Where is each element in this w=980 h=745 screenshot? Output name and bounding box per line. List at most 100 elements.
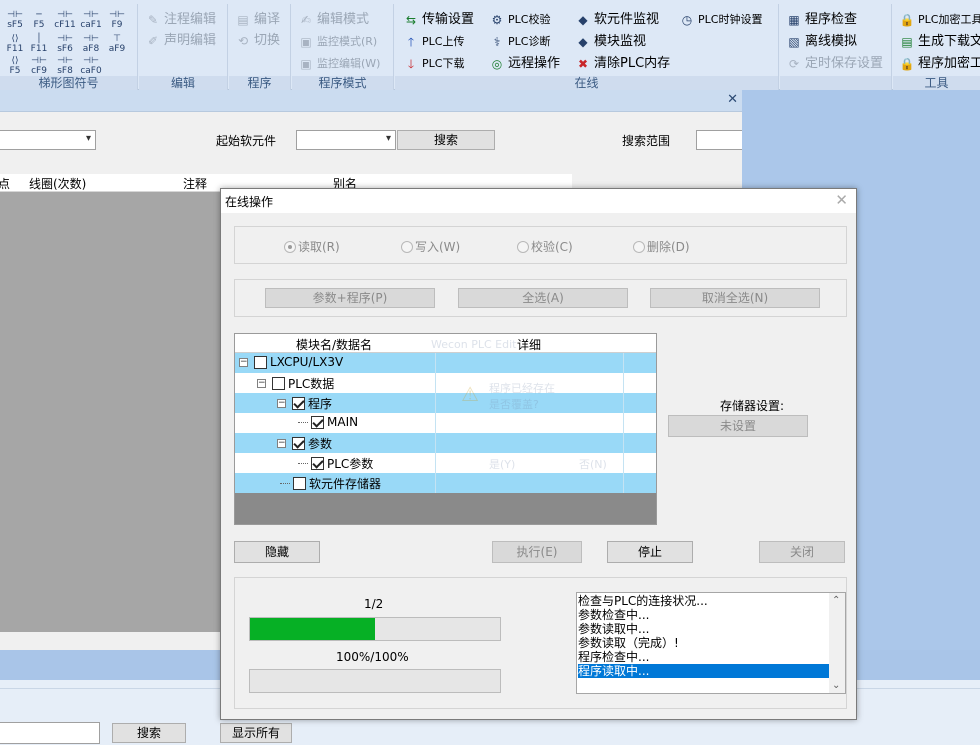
checkbox[interactable] bbox=[292, 397, 305, 410]
search-window-close-icon[interactable]: ✕ bbox=[727, 92, 738, 107]
transfer-settings-icon: ⇆ bbox=[405, 13, 417, 27]
comment-edit-button[interactable]: ✎ 注程编辑 bbox=[145, 10, 216, 30]
memory-settings-button[interactable]: 未设置 bbox=[668, 415, 808, 437]
ladder-symbol-9[interactable]: ⊤ aF9 bbox=[106, 34, 128, 54]
bottom-search-button[interactable]: 搜索 bbox=[112, 723, 186, 743]
ladder-symbol-7[interactable]: ⊣⊢ sF6 bbox=[54, 34, 76, 54]
device-type-select[interactable]: ▾ bbox=[0, 130, 96, 150]
plc-download-button[interactable]: 🡓 PLC下载 bbox=[403, 54, 465, 74]
execute-button[interactable]: 执行(E) bbox=[492, 541, 582, 563]
close-button[interactable]: 关闭 bbox=[759, 541, 845, 563]
radio-read-circle bbox=[284, 240, 296, 253]
checkbox[interactable] bbox=[254, 355, 267, 369]
collapse-icon[interactable]: − bbox=[239, 357, 248, 367]
ladder-symbol-12[interactable]: ⊣⊢ sF8 bbox=[54, 56, 76, 76]
ladder-symbol-8[interactable]: ⊣⊢ aF8 bbox=[80, 34, 102, 54]
program-check-button[interactable]: ▦ 程序检查 bbox=[786, 10, 857, 30]
chevron-down-icon: ▾ bbox=[385, 133, 391, 144]
collapse-icon[interactable]: − bbox=[257, 379, 266, 388]
hide-button[interactable]: 隐藏 bbox=[234, 541, 320, 563]
compile-button[interactable]: ▤ 编译 bbox=[235, 10, 280, 30]
operation-log[interactable]: 检查与PLC的连接状况... 参数检查中... 参数读取中... 参数读取（完成… bbox=[576, 592, 846, 694]
log-line: 检查与PLC的连接状况... bbox=[578, 594, 708, 608]
tree-row[interactable]: MAIN bbox=[235, 413, 656, 433]
plc-clock-button[interactable]: ◷ PLC时钟设置 bbox=[679, 10, 763, 30]
monitor-mode-button[interactable]: ▣ 监控模式(R) bbox=[298, 32, 377, 52]
ladder-symbol-5[interactable]: ⟨⟩ F11 bbox=[4, 34, 26, 54]
tree-row[interactable]: − 参数 bbox=[235, 433, 656, 453]
switch-button[interactable]: ⟲ 切换 bbox=[235, 31, 280, 51]
ladder-symbol-10[interactable]: ⟨⟩ F5 bbox=[4, 56, 26, 76]
clear-plc-memory-button[interactable]: ✖ 清除PLC内存 bbox=[575, 54, 670, 74]
monitor-edit-icon: ▣ bbox=[300, 57, 312, 71]
plc-diagnose-button[interactable]: ⚕ PLC诊断 bbox=[489, 32, 551, 52]
tree-row[interactable]: − PLC数据 bbox=[235, 373, 656, 393]
generate-download-file-button[interactable]: ▤ 生成下载文 bbox=[899, 32, 980, 52]
plc-upload-button[interactable]: 🡑 PLC上传 bbox=[403, 32, 465, 52]
checkbox[interactable] bbox=[311, 415, 324, 429]
checkbox[interactable] bbox=[293, 477, 306, 490]
timed-save-button[interactable]: ⟳ 定时保存设置 bbox=[786, 54, 883, 74]
start-device-select[interactable]: ▾ bbox=[296, 130, 396, 150]
ribbon: ⊣⊢ sF5 ─ F5 ⊣⊢ cF11 ⊣⊢ caF1 ⊣⊢ F9 ⟨⟩ F11 │ F11 … bbox=[0, 0, 980, 90]
ladder-symbol-11[interactable]: ⊣⊢ cF9 bbox=[28, 56, 50, 76]
collapse-icon[interactable]: − bbox=[277, 399, 286, 408]
ghost-popup-line2: 是否覆盖? bbox=[489, 398, 539, 411]
group-title-edit: 编辑 bbox=[139, 76, 227, 90]
deselect-all-button[interactable]: 取消全选(N) bbox=[650, 288, 820, 308]
radio-read[interactable]: 读取(R) bbox=[284, 238, 340, 255]
start-device-label: 起始软元件 bbox=[216, 134, 277, 148]
plc-encrypt-tool-button[interactable]: 🔒 PLC加密工具 bbox=[899, 10, 980, 30]
search-range-input[interactable] bbox=[696, 130, 746, 150]
log-scrollbar[interactable]: ⌃ ⌄ bbox=[829, 593, 845, 693]
ladder-symbol-2[interactable]: ⊣⊢ cF11 bbox=[54, 10, 76, 30]
monitor-edit-button[interactable]: ▣ 监控编辑(W) bbox=[298, 54, 380, 74]
generate-file-icon: ▤ bbox=[901, 35, 913, 49]
transfer-settings-button[interactable]: ⇆ 传输设置 bbox=[403, 10, 474, 30]
tree-row[interactable]: − LXCPU/LX3V bbox=[235, 353, 656, 373]
edit-mode-button[interactable]: ✍ 编辑模式 bbox=[298, 10, 369, 30]
checkbox[interactable] bbox=[311, 457, 324, 470]
ribbon-group-program: ▤ 编译 ⟲ 切换 程序 bbox=[229, 4, 291, 90]
search-range-label: 搜索范围 bbox=[622, 134, 671, 148]
checkbox[interactable] bbox=[272, 377, 285, 390]
ghost-popup-line1: 程序已经存在 bbox=[489, 382, 555, 395]
ribbon-group-check: ▦ 程序检查 ▧ 离线模拟 ⟳ 定时保存设置 bbox=[780, 4, 892, 90]
ladder-symbol-6[interactable]: │ F11 bbox=[28, 34, 50, 54]
bottom-search-input[interactable] bbox=[0, 722, 100, 744]
ladder-symbol-0[interactable]: ⊣⊢ sF5 bbox=[4, 10, 26, 30]
statement-edit-button[interactable]: ✐ 声明编辑 bbox=[145, 31, 216, 51]
overall-progress-bar bbox=[249, 669, 501, 693]
remote-operation-button[interactable]: ◎ 远程操作 bbox=[489, 54, 560, 74]
scroll-up-icon[interactable]: ⌃ bbox=[832, 595, 840, 606]
radio-delete[interactable]: 删除(D) bbox=[633, 238, 690, 255]
params-program-button[interactable]: 参数+程序(P) bbox=[265, 288, 435, 308]
program-encrypt-tool-button[interactable]: 🔒 程序加密工 bbox=[899, 54, 980, 74]
module-monitor-button[interactable]: ◆ 模块监视 bbox=[575, 32, 646, 52]
plc-verify-button[interactable]: ⚙ PLC校验 bbox=[489, 10, 551, 30]
ladder-symbol-13[interactable]: ⊣⊢ caF0 bbox=[80, 56, 102, 76]
step-progress-fill bbox=[250, 618, 375, 640]
search-button[interactable]: 搜索 bbox=[397, 130, 495, 150]
device-monitor-button[interactable]: ◆ 软元件监视 bbox=[575, 10, 659, 30]
ladder-symbol-1[interactable]: ─ F5 bbox=[28, 10, 50, 30]
dialog-close-icon[interactable]: ✕ bbox=[835, 191, 848, 209]
show-all-button[interactable]: 显示所有 bbox=[220, 723, 292, 743]
select-all-button[interactable]: 全选(A) bbox=[458, 288, 628, 308]
offline-simulation-icon: ▧ bbox=[788, 35, 800, 49]
scroll-down-icon[interactable]: ⌄ bbox=[832, 680, 840, 691]
tree-row[interactable]: 软元件存储器 bbox=[235, 473, 656, 493]
group-title-online: 在线 bbox=[395, 76, 778, 90]
collapse-icon[interactable]: − bbox=[277, 439, 286, 448]
tree-row[interactable]: − 程序 bbox=[235, 393, 656, 413]
ladder-symbol-4[interactable]: ⊣⊢ F9 bbox=[106, 10, 128, 30]
radio-write[interactable]: 写入(W) bbox=[401, 238, 460, 255]
memory-settings-label: 存储器设置: bbox=[720, 399, 785, 413]
stop-button[interactable]: 停止 bbox=[607, 541, 693, 563]
clock-icon: ◷ bbox=[681, 13, 693, 27]
log-line: 参数检查中... bbox=[578, 608, 650, 622]
radio-verify[interactable]: 校验(C) bbox=[517, 238, 573, 255]
checkbox[interactable] bbox=[292, 437, 305, 450]
offline-simulation-button[interactable]: ▧ 离线模拟 bbox=[786, 32, 857, 52]
ladder-symbol-3[interactable]: ⊣⊢ caF1 bbox=[80, 10, 102, 30]
